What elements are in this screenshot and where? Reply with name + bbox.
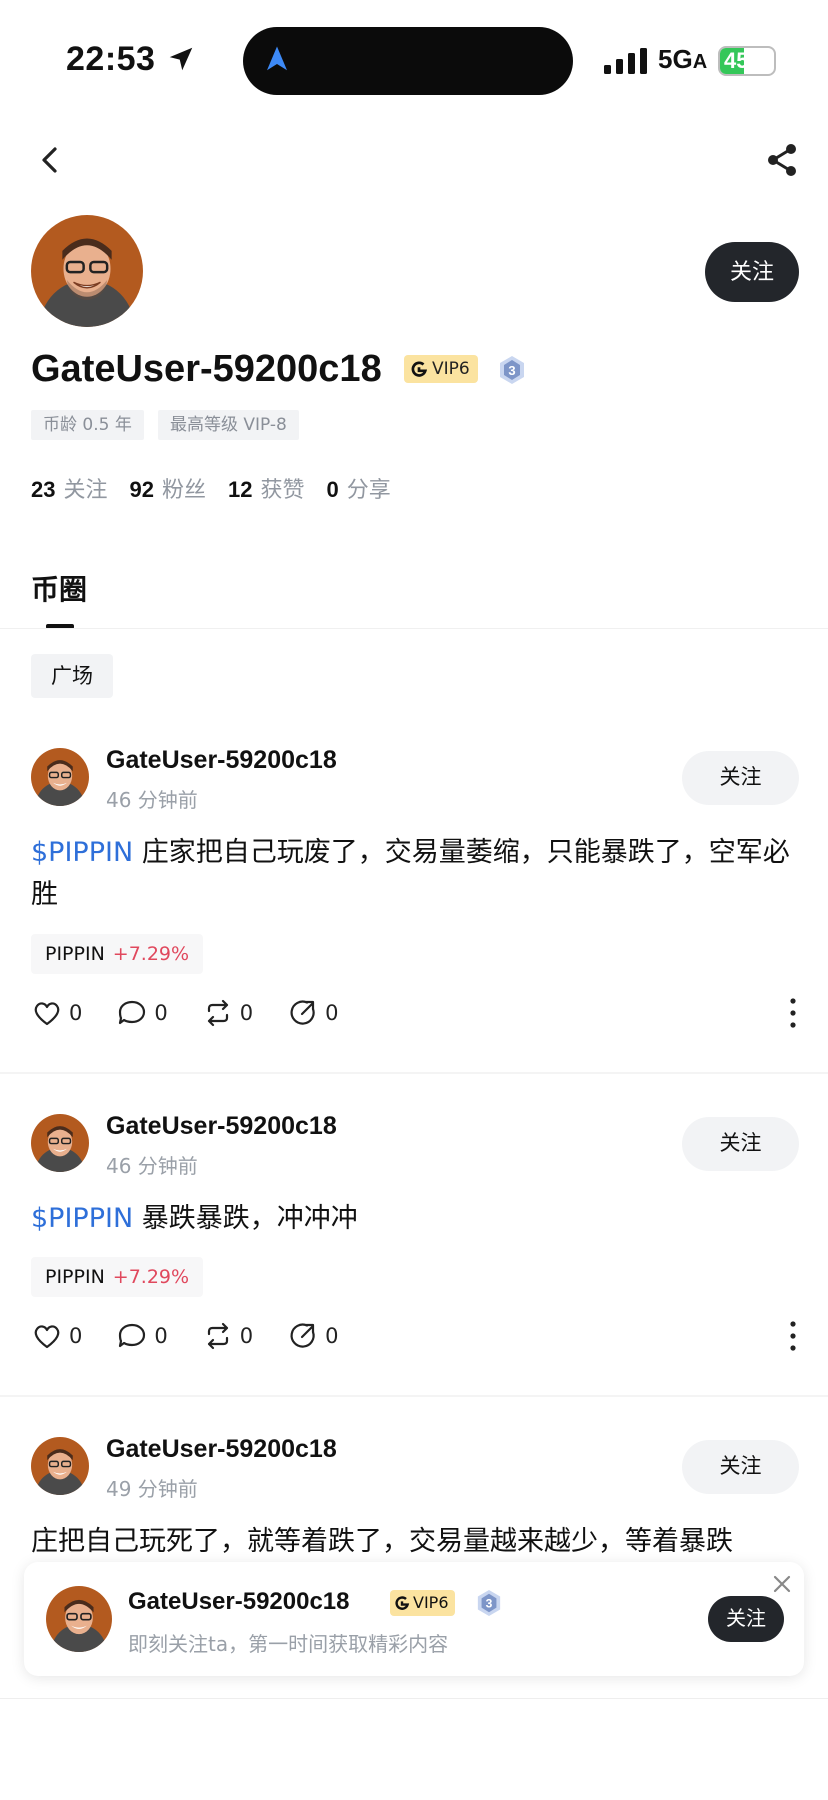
repost-icon bbox=[207, 1322, 228, 1350]
card-avatar[interactable] bbox=[46, 1586, 112, 1652]
coin-chip[interactable]: PIPPIN +7.29% bbox=[31, 934, 204, 974]
level-badge-icon: 3 bbox=[477, 1590, 501, 1616]
vip-label: VIP6 bbox=[432, 359, 470, 379]
post-follow-button[interactable]: 关注 bbox=[682, 751, 799, 805]
post-follow-button[interactable]: 关注 bbox=[682, 1440, 799, 1494]
dynamic-island bbox=[243, 27, 573, 95]
more-icon[interactable] bbox=[785, 995, 801, 1031]
post-follow-button[interactable]: 关注 bbox=[682, 1117, 799, 1171]
stat-following[interactable]: 23 关注 bbox=[31, 472, 108, 504]
svg-text:3: 3 bbox=[486, 1597, 493, 1611]
post-text: $PIPPIN 庄家把自己玩废了，交易量萎缩，只能暴跌了，空军必胜 bbox=[31, 837, 790, 910]
level-number: 3 bbox=[508, 363, 515, 378]
battery-icon: 45 bbox=[718, 46, 776, 76]
post-time: 46 分钟前 bbox=[106, 788, 198, 812]
repost-button[interactable]: 0 bbox=[202, 997, 253, 1029]
post-author[interactable]: GateUser-59200c18 bbox=[106, 1112, 337, 1141]
comment-button[interactable]: 0 bbox=[116, 997, 168, 1029]
back-icon[interactable] bbox=[30, 140, 70, 180]
repost-icon bbox=[207, 999, 228, 1027]
vip-badge: VIP6 bbox=[404, 355, 478, 383]
vip-logo-icon bbox=[411, 361, 428, 377]
like-button[interactable]: 0 bbox=[31, 1320, 82, 1352]
comment-icon bbox=[119, 1323, 146, 1348]
post-avatar[interactable] bbox=[31, 1437, 89, 1495]
post-author[interactable]: GateUser-59200c18 bbox=[106, 746, 337, 775]
divider bbox=[0, 1698, 828, 1699]
post-text: 庄把自己玩死了，就等着跌了，交易量越来越少，等着暴跌 bbox=[31, 1526, 733, 1557]
level-badge-icon: 3 bbox=[500, 356, 524, 384]
coin-chip[interactable]: PIPPIN +7.29% bbox=[31, 1257, 204, 1297]
follow-button[interactable]: 关注 bbox=[705, 242, 799, 302]
post-actions: 0 0 0 0 bbox=[31, 1318, 801, 1354]
divider bbox=[0, 1395, 828, 1397]
heart-icon bbox=[34, 1325, 60, 1349]
tab-coin-circle[interactable]: 币圈 bbox=[31, 568, 87, 608]
filter-chip-square[interactable]: 广场 bbox=[31, 654, 113, 698]
ticker-link[interactable]: $PIPPIN bbox=[31, 1203, 133, 1234]
ticker-link[interactable]: $PIPPIN bbox=[31, 837, 133, 868]
signal-icon bbox=[604, 48, 647, 74]
tag-account-age: 币龄 0.5 年 bbox=[31, 410, 144, 440]
share-post-button[interactable]: 0 bbox=[287, 1320, 339, 1352]
comment-icon bbox=[119, 1000, 146, 1025]
share-arrow-icon bbox=[290, 1323, 315, 1348]
stat-shares[interactable]: 0 分享 bbox=[327, 472, 391, 504]
navigation-icon bbox=[267, 46, 287, 71]
network-label: 5GA bbox=[658, 44, 708, 74]
more-icon[interactable] bbox=[785, 1318, 801, 1354]
post-actions: 0 0 0 0 bbox=[31, 995, 801, 1031]
share-icon[interactable] bbox=[762, 140, 802, 180]
stat-likes[interactable]: 12 获赞 bbox=[228, 472, 305, 504]
repost-button[interactable]: 0 bbox=[202, 1320, 253, 1352]
profile-stats: 23 关注 92 粉丝 12 获赞 0 分享 bbox=[31, 472, 391, 504]
post-text: $PIPPIN 暴跌暴跌，冲冲冲 bbox=[31, 1203, 358, 1234]
battery-level: 45 bbox=[724, 48, 749, 73]
card-vip-badge: VIP6 bbox=[390, 1590, 455, 1616]
post-avatar[interactable] bbox=[31, 1114, 89, 1172]
profile-username: GateUser-59200c18 bbox=[31, 348, 382, 390]
share-post-button[interactable]: 0 bbox=[287, 997, 339, 1029]
follow-suggestion-card[interactable]: GateUser-59200c18 VIP6 3 即刻关注ta，第一时间获取精彩… bbox=[24, 1562, 804, 1676]
post-avatar[interactable] bbox=[31, 748, 89, 806]
divider bbox=[0, 1072, 828, 1074]
share-arrow-icon bbox=[290, 1000, 315, 1025]
vip-logo-icon bbox=[395, 1596, 410, 1610]
location-arrow-icon bbox=[169, 47, 193, 71]
post-time: 46 分钟前 bbox=[106, 1154, 198, 1178]
status-bar: 22:53 5GA 45 bbox=[0, 0, 828, 110]
divider bbox=[0, 628, 828, 629]
tag-max-level: 最高等级 VIP-8 bbox=[158, 410, 299, 440]
stat-followers[interactable]: 92 粉丝 bbox=[130, 472, 207, 504]
card-subtitle: 即刻关注ta，第一时间获取精彩内容 bbox=[128, 1632, 449, 1656]
card-username: GateUser-59200c18 bbox=[128, 1588, 350, 1615]
card-follow-button[interactable]: 关注 bbox=[708, 1596, 784, 1642]
post-author[interactable]: GateUser-59200c18 bbox=[106, 1435, 337, 1464]
comment-button[interactable]: 0 bbox=[116, 1320, 168, 1352]
status-time: 22:53 bbox=[66, 40, 156, 78]
profile-avatar[interactable] bbox=[31, 215, 143, 327]
post-time: 49 分钟前 bbox=[106, 1477, 198, 1501]
heart-icon bbox=[34, 1002, 60, 1026]
like-button[interactable]: 0 bbox=[31, 997, 82, 1029]
close-icon[interactable] bbox=[772, 1574, 792, 1594]
